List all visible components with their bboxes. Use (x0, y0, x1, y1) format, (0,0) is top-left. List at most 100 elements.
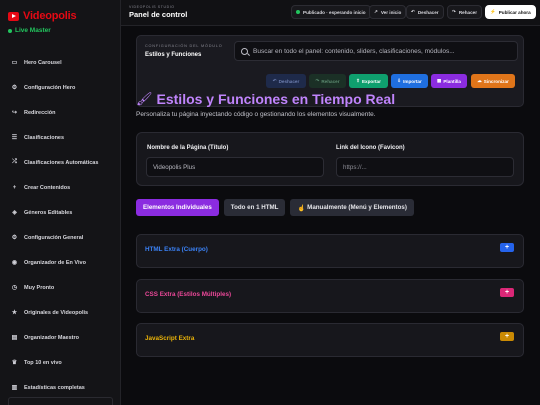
template-label: Plantilla (443, 78, 461, 84)
sidebar-item[interactable]: ⚙ Configuración General (0, 225, 120, 250)
redo-icon: ↷ (315, 78, 320, 83)
shuffle-icon: ⤮ (12, 159, 17, 165)
page-settings-card: Nombre de la Página (Título) Videopolis … (136, 132, 524, 186)
module-kicker: CONFIGURACIÓN DEL MÓDULO (145, 44, 223, 48)
module-redo-button[interactable]: ↷ Rehacer (309, 74, 346, 88)
trophy-icon: ♛ (11, 360, 18, 366)
sidebar-item[interactable]: ▤ Organizador Maestro (0, 325, 120, 350)
star-icon: ★ (11, 310, 18, 316)
sidebar-item[interactable]: ☰ Clasificaciones (0, 125, 120, 150)
module-title: Estilos y Funciones (145, 52, 202, 58)
search-icon (241, 47, 248, 55)
sync-label: Sincronizar (483, 78, 509, 84)
redo-label: Rehacer (458, 9, 477, 15)
sidebar: Videopolis Live Master ▭ Hero Carousel ⚙ Co… (0, 0, 121, 405)
sidebar-item-label: Configuración General (24, 234, 84, 241)
sidebar-item[interactable]: + Crear Contenidos (0, 175, 120, 200)
gear-icon: ⚙ (11, 85, 18, 91)
section-heading: 🖌 Estilos y Funciones en Tiempo Real (136, 91, 395, 107)
play-logo-icon (8, 11, 19, 21)
sidebar-item[interactable]: ▭ Hero Carousel (0, 50, 120, 75)
plus-icon[interactable]: + (500, 288, 514, 297)
sidebar-item[interactable]: ⚙ Configuración Hero (0, 75, 120, 100)
plus-icon: + (12, 184, 17, 191)
sidebar-item-label: Muy Pronto (24, 284, 55, 291)
export-icon: ⇪ (356, 78, 360, 83)
module-undo-label: Deshacer (278, 78, 300, 84)
broadcast-icon: ◉ (11, 260, 18, 266)
tag-icon: ◈ (12, 210, 17, 216)
image-icon: ▭ (11, 60, 18, 66)
mode-tabs: Elementos Individuales Todo en 1 HTML ☝ … (136, 199, 414, 216)
page-title: Panel de control (129, 10, 188, 19)
status-dot-icon (296, 10, 300, 14)
section-subtitle: Personaliza tu página inyectando código … (136, 111, 376, 118)
sidebar-item[interactable]: ♛ Top 10 en vivo (0, 350, 120, 375)
module-undo-button[interactable]: ↶ Deshacer (266, 74, 306, 88)
sidebar-item-label: Organizador Maestro (24, 334, 80, 341)
accordion-title: HTML Extra (Cuerpo) (145, 246, 208, 253)
favicon-input[interactable]: https://... (336, 157, 514, 177)
favicon-label: Link del Icono (Favicon) (336, 145, 405, 151)
sidebar-item[interactable]: ★ Originales de Videopolis (0, 300, 120, 325)
search-placeholder: Buscar en todo el panel: contenido, slid… (253, 47, 455, 55)
sidebar-nav: ▭ Hero Carousel ⚙ Configuración Hero ↪ Redire… (0, 50, 120, 400)
sidebar-item-label: Clasificaciones Automáticas (24, 159, 99, 166)
accordion-css-extra[interactable]: CSS Extra (Estilos Múltiples) + (136, 279, 524, 313)
sidebar-item-label: Originales de Videopolis (24, 309, 89, 316)
live-master-label: Live Master (15, 27, 51, 34)
sidebar-footer-card (8, 397, 113, 405)
paintbrush-icon: 🖌 (136, 91, 153, 106)
import-button[interactable]: ⇩ Importar (391, 74, 428, 88)
module-redo-label: Rehacer (321, 78, 340, 84)
brand[interactable]: Videopolis (8, 10, 77, 22)
template-button[interactable]: ▦ Plantilla (431, 74, 467, 88)
sidebar-item-label: Clasificaciones (24, 134, 65, 141)
brand-name: Videopolis (23, 10, 77, 22)
accordion-html-extra[interactable]: HTML Extra (Cuerpo) + (136, 234, 524, 268)
section-heading-text: Estilos y Funciones en Tiempo Real (156, 91, 396, 107)
publish-now-button[interactable]: ⚡ Publicar ahora (485, 5, 536, 19)
sidebar-item[interactable]: ◷ Muy Pronto (0, 275, 120, 300)
status-label: Publicado · esperando inicio (303, 9, 366, 15)
cloud-icon: ☁ (477, 78, 482, 83)
sync-button[interactable]: ☁ Sincronizar (471, 74, 515, 88)
bolt-icon: ⚡ (490, 9, 496, 14)
import-icon: ⇩ (397, 78, 402, 83)
topbar: VIDEOPOLIS STUDIO Panel de control Publi… (121, 0, 540, 26)
sidebar-item-label: Estadísticas completas (24, 384, 85, 391)
undo-icon: ↶ (272, 78, 277, 83)
sidebar-item-label: Top 10 en vivo (24, 359, 62, 366)
studio-kicker: VIDEOPOLIS STUDIO (129, 5, 175, 9)
plus-icon[interactable]: + (500, 243, 514, 252)
sidebar-item-label: Hero Carousel (24, 59, 62, 66)
template-icon: ▦ (437, 78, 442, 83)
redirect-icon: ↪ (11, 110, 18, 116)
tab-manual-label: Manualmente (Menú y Elementos) (307, 204, 407, 211)
tab-manual[interactable]: ☝ Manualmente (Menú y Elementos) (290, 199, 414, 216)
publish-now-label: Publicar ahora (498, 9, 531, 15)
global-search-input[interactable]: Buscar en todo el panel: contenido, slid… (234, 41, 518, 61)
view-home-label: Ver inicio (380, 9, 402, 15)
undo-label: Deshacer (417, 9, 439, 15)
sidebar-item[interactable]: ↪ Redirección (0, 100, 120, 125)
import-label: Importar (403, 78, 422, 84)
tab-all-in-one-html[interactable]: Todo en 1 HTML (223, 199, 286, 216)
accordion-js-extra[interactable]: JavaScript Extra + (136, 323, 524, 357)
sidebar-item[interactable]: ◉ Organizador de En Vivo (0, 250, 120, 275)
sidebar-item-label: Configuración Hero (24, 84, 76, 91)
sidebar-item[interactable]: ◈ Géneros Editables (0, 200, 120, 225)
sidebar-item-label: Crear Contenidos (24, 184, 71, 191)
redo-button[interactable]: ↷ Rehacer (447, 5, 482, 19)
page-name-input[interactable]: Videopolis Plus (146, 157, 324, 177)
tab-individual-elements[interactable]: Elementos Individuales (136, 199, 219, 216)
export-button[interactable]: ⇪ Exportar (349, 74, 388, 88)
hand-icon: ☝ (297, 204, 306, 212)
undo-button[interactable]: ↶ Deshacer (406, 5, 444, 19)
chart-icon: ▥ (11, 385, 18, 391)
sidebar-item-label: Organizador de En Vivo (24, 259, 86, 266)
plus-icon[interactable]: + (500, 332, 514, 341)
view-home-button[interactable]: ↗ Ver inicio (369, 5, 407, 19)
redo-icon: ↷ (452, 9, 456, 14)
sidebar-item[interactable]: ⤮ Clasificaciones Automáticas (0, 150, 120, 175)
